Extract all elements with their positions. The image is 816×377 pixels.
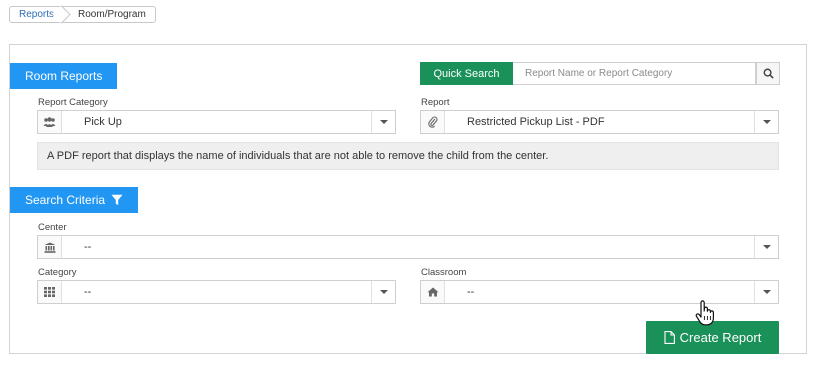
users-icon	[38, 111, 62, 133]
hand-cursor-icon	[695, 300, 714, 326]
quick-search-label: Quick Search	[433, 67, 500, 80]
category-label: Category	[38, 267, 77, 278]
search-criteria-title: Search Criteria	[25, 193, 106, 207]
category-select[interactable]: --	[37, 280, 396, 304]
report-category-select[interactable]: Pick Up	[37, 110, 396, 134]
filter-icon	[111, 194, 123, 205]
report-select[interactable]: Restricted Pickup List - PDF	[420, 110, 779, 134]
room-reports-title: Room Reports	[25, 69, 103, 83]
report-panel: Room Reports Quick Search Report Categor…	[9, 44, 807, 354]
report-label: Report	[421, 97, 450, 108]
breadcrumb-current: Room/Program	[78, 9, 146, 20]
chevron-down-icon	[754, 281, 778, 303]
chevron-down-icon	[371, 281, 395, 303]
quick-search-button[interactable]: Quick Search	[420, 62, 513, 85]
chevron-down-icon	[754, 236, 778, 258]
home-icon	[421, 281, 445, 303]
report-category-label: Report Category	[38, 97, 108, 108]
create-report-label: Create Report	[679, 330, 762, 345]
quick-search-input[interactable]	[513, 62, 756, 85]
chevron-down-icon	[754, 111, 778, 133]
classroom-label: Classroom	[421, 267, 467, 278]
center-select[interactable]: --	[37, 235, 779, 259]
center-label: Center	[38, 222, 67, 233]
file-icon	[664, 331, 675, 344]
report-description: A PDF report that displays the name of i…	[37, 142, 779, 170]
room-reports-header: Room Reports	[10, 63, 118, 89]
grid-icon	[38, 281, 62, 303]
chevron-down-icon	[371, 111, 395, 133]
search-criteria-header: Search Criteria	[10, 187, 139, 213]
breadcrumb: Reports Room/Program	[9, 5, 156, 24]
report-category-value: Pick Up	[84, 116, 122, 128]
classroom-select[interactable]: --	[420, 280, 779, 304]
report-value: Restricted Pickup List - PDF	[467, 116, 605, 128]
search-icon	[763, 68, 774, 79]
center-value: --	[84, 241, 92, 253]
search-icon-button[interactable]	[756, 62, 780, 85]
category-value: --	[84, 286, 92, 298]
bank-icon	[38, 236, 62, 258]
paperclip-icon	[421, 111, 445, 133]
